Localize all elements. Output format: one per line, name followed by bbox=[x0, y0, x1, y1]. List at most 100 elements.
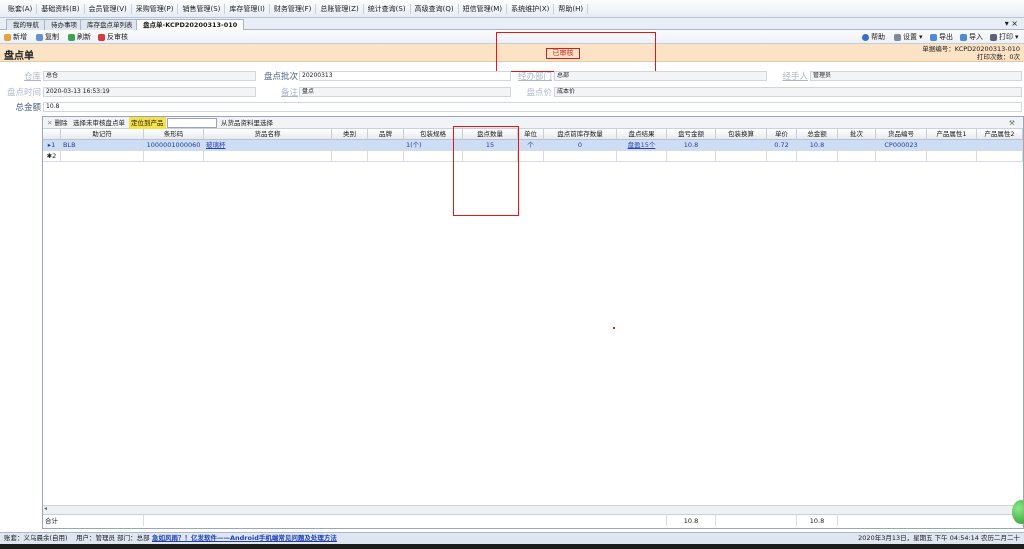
cell-price[interactable]: 0.72 bbox=[767, 140, 797, 151]
cell-loss[interactable]: 10.8 bbox=[667, 140, 716, 151]
horizontal-scrollbar[interactable]: ◂ ▸ bbox=[43, 505, 1023, 514]
col-header-before[interactable]: 盘点前库存数量 bbox=[544, 129, 617, 140]
grid-settings-icon[interactable]: ⚒ bbox=[1009, 117, 1015, 129]
col-header-attr2[interactable]: 产品属性2 bbox=[977, 129, 1023, 140]
cell-amount[interactable]: 10.8 bbox=[797, 140, 838, 151]
menu-item-member[interactable]: 会员管理(V) bbox=[85, 3, 132, 14]
col-header-loss[interactable]: 盘亏金额 bbox=[667, 129, 716, 140]
cell-loss[interactable] bbox=[667, 151, 716, 162]
cell-code[interactable]: BLB bbox=[61, 140, 144, 151]
row-number[interactable]: ✱2 bbox=[43, 151, 61, 162]
menu-item-help[interactable]: 帮助(H) bbox=[554, 3, 589, 14]
import-button[interactable]: 导入 bbox=[960, 30, 983, 44]
tab-stocktake-doc[interactable]: 盘点单-KCPD20200313-010 bbox=[136, 19, 245, 30]
copy-button[interactable]: 复制 bbox=[36, 30, 59, 44]
cell-amount[interactable] bbox=[797, 151, 838, 162]
col-header-lot[interactable]: 批次 bbox=[838, 129, 876, 140]
close-icon[interactable]: ▾ × bbox=[1005, 18, 1018, 30]
cell-attr1[interactable] bbox=[927, 151, 977, 162]
menu-item-ledger[interactable]: 总账管理(Z) bbox=[316, 3, 364, 14]
cell-conv[interactable] bbox=[716, 140, 767, 151]
remark-label: 备注 bbox=[280, 88, 298, 98]
price-select[interactable]: 成本价 bbox=[554, 87, 1022, 97]
locate-product-input[interactable] bbox=[167, 118, 217, 128]
select-unaudited-button[interactable]: 选择未审核盘点单 bbox=[73, 117, 125, 129]
cell-result[interactable]: 盘盈15个 bbox=[617, 140, 667, 151]
chevron-left-icon[interactable]: ◂ bbox=[44, 505, 47, 512]
cell-unit[interactable] bbox=[518, 151, 544, 162]
handler-field[interactable]: 管理员 bbox=[810, 71, 1022, 81]
status-company: 账套：义乌晨余(自用) bbox=[4, 534, 68, 542]
cell-attr1[interactable] bbox=[927, 140, 977, 151]
remark-field[interactable]: 盘点 bbox=[299, 87, 511, 97]
cell-category[interactable] bbox=[332, 140, 368, 151]
cell-code[interactable] bbox=[61, 151, 144, 162]
total-field[interactable]: 10.8 bbox=[43, 102, 1022, 112]
floating-assistant-icon[interactable] bbox=[1012, 500, 1024, 524]
col-header-name[interactable]: 货品名称 bbox=[204, 129, 332, 140]
menu-item-statistics[interactable]: 统计查询(S) bbox=[364, 3, 411, 14]
cell-lot[interactable] bbox=[838, 151, 876, 162]
cell-category[interactable] bbox=[332, 151, 368, 162]
cell-result[interactable] bbox=[617, 151, 667, 162]
status-news-link[interactable]: 急如风雨？！亿发软件——Android手机端常见问题及处理方法 bbox=[152, 533, 337, 544]
tab-navigation[interactable]: 我的导航 bbox=[6, 19, 46, 30]
cell-conv[interactable] bbox=[716, 151, 767, 162]
col-header-conv[interactable]: 包装换算 bbox=[716, 129, 767, 140]
cell-barcode[interactable] bbox=[144, 151, 204, 162]
col-header-unit[interactable]: 单位 bbox=[518, 129, 544, 140]
cell-price[interactable] bbox=[767, 151, 797, 162]
dept-field[interactable]: 总部 bbox=[554, 71, 767, 81]
handler-label: 经手人 bbox=[782, 72, 808, 82]
delete-row-button[interactable]: ✕ 删除 bbox=[47, 117, 68, 129]
settings-button[interactable]: 设置 ▾ bbox=[894, 30, 923, 44]
locate-product-button[interactable]: 定位到产品 bbox=[129, 117, 166, 129]
col-header-category[interactable]: 类别 bbox=[332, 129, 368, 140]
col-header-brand[interactable]: 品牌 bbox=[368, 129, 404, 140]
export-button[interactable]: 导出 bbox=[930, 30, 953, 44]
tab-stocktake-list[interactable]: 库存盘点单列表 bbox=[80, 19, 140, 30]
row-number[interactable]: ▸1 bbox=[43, 140, 61, 151]
menu-item-basic-data[interactable]: 基础资料(B) bbox=[37, 3, 85, 14]
help-button[interactable]: 帮助 bbox=[862, 30, 885, 44]
menu-item-inventory[interactable]: 库存管理(I) bbox=[225, 3, 270, 14]
menu-item-sms[interactable]: 短信管理(M) bbox=[459, 3, 508, 14]
col-header-sku[interactable]: 货品编号 bbox=[876, 129, 927, 140]
menu-item-account[interactable]: 账套(A) bbox=[4, 3, 38, 14]
print-button[interactable]: 打印 ▾ bbox=[990, 30, 1019, 44]
col-header-code[interactable]: 助记符 bbox=[61, 129, 144, 140]
col-header-result[interactable]: 盘点结果 bbox=[617, 129, 667, 140]
batch-field[interactable]: 20200313 bbox=[299, 71, 511, 81]
col-header-price[interactable]: 单价 bbox=[767, 129, 797, 140]
cell-unit[interactable]: 个 bbox=[518, 140, 544, 151]
cell-sku[interactable]: CP000023 bbox=[876, 140, 927, 151]
menu-item-sales[interactable]: 销售管理(S) bbox=[178, 3, 226, 14]
col-header-barcode[interactable]: 条形码 bbox=[144, 129, 204, 140]
cell-name[interactable]: 玻璃杯 bbox=[204, 140, 332, 151]
cell-attr2[interactable] bbox=[977, 140, 1023, 151]
result-link[interactable]: 盘盈15个 bbox=[628, 141, 656, 149]
new-button[interactable]: 新增 bbox=[4, 30, 27, 44]
cell-before[interactable] bbox=[544, 151, 617, 162]
cell-attr2[interactable] bbox=[977, 151, 1023, 162]
menu-item-finance[interactable]: 财务管理(F) bbox=[270, 3, 317, 14]
time-field[interactable]: 2020-03-13 16:53:19 bbox=[43, 87, 256, 97]
product-name-link[interactable]: 玻璃杯 bbox=[206, 141, 226, 149]
col-header-amount[interactable]: 总金额 bbox=[797, 129, 838, 140]
col-header-attr1[interactable]: 产品属性1 bbox=[927, 129, 977, 140]
unaudit-button[interactable]: 反审核 bbox=[98, 30, 128, 44]
cell-sku[interactable] bbox=[876, 151, 927, 162]
cell-name[interactable] bbox=[204, 151, 332, 162]
cell-lot[interactable] bbox=[838, 140, 876, 151]
menu-item-system[interactable]: 系统维护(X) bbox=[507, 3, 555, 14]
menu-item-advanced-query[interactable]: 高级查询(Q) bbox=[411, 3, 459, 14]
cell-before[interactable]: 0 bbox=[544, 140, 617, 151]
cell-barcode[interactable]: 1000001000060 bbox=[144, 140, 204, 151]
refresh-button[interactable]: 刷新 bbox=[68, 30, 91, 44]
warehouse-field[interactable]: 总仓 bbox=[43, 71, 256, 81]
cell-brand[interactable] bbox=[368, 140, 404, 151]
cell-brand[interactable] bbox=[368, 151, 404, 162]
select-from-info-button[interactable]: 从货品资料里选择 bbox=[221, 117, 273, 129]
menu-item-purchase[interactable]: 采购管理(P) bbox=[132, 3, 179, 14]
tab-todo[interactable]: 待办事项 bbox=[44, 19, 84, 30]
